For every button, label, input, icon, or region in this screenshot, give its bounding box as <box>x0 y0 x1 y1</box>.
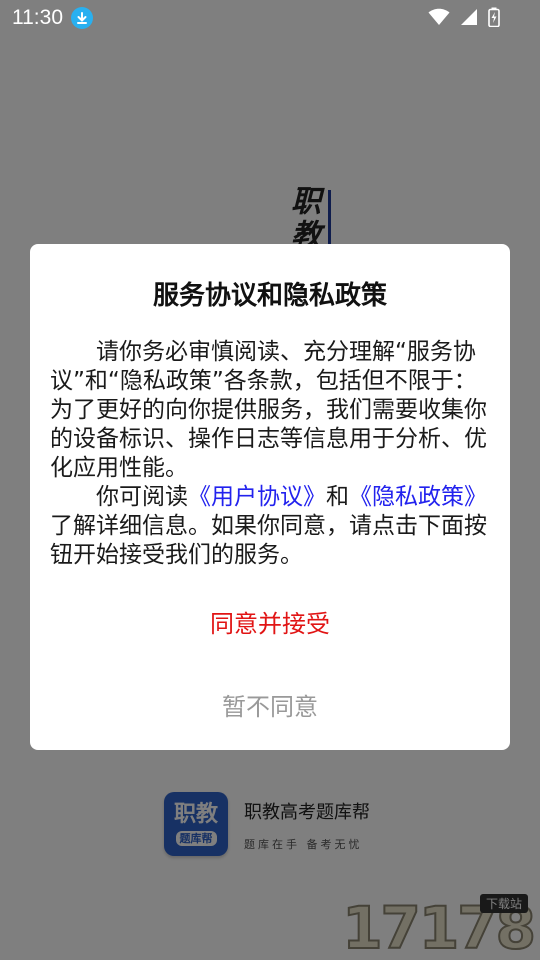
agree-button[interactable]: 同意并接受 <box>50 604 490 639</box>
paragraph-2-start: 你可阅读 <box>96 484 188 510</box>
dialog-paragraph-2: 你可阅读《用户协议》和《隐私政策》了解详细信息。如果你同意，请点击下面按钮开始接… <box>50 483 490 570</box>
dialog-paragraph-1: 请你务必审慎阅读、充分理解“服务协议”和“隐私政策”各条款，包括但不限于：为了更… <box>50 339 487 481</box>
privacy-policy-link[interactable]: 《隐私政策》 <box>349 484 487 510</box>
user-agreement-link[interactable]: 《用户协议》 <box>188 484 326 510</box>
status-bar: 11:30 <box>0 0 540 36</box>
status-time: 11:30 <box>12 6 63 29</box>
privacy-dialog: 服务协议和隐私政策 请你务必审慎阅读、充分理解“服务协议”和“隐私政策”各条款，… <box>30 244 510 750</box>
dialog-body: 请你务必审慎阅读、充分理解“服务协议”和“隐私政策”各条款，包括但不限于：为了更… <box>50 338 490 570</box>
signal-icon <box>460 8 478 30</box>
download-icon <box>71 7 93 29</box>
paragraph-2-end: 了解详细信息。如果你同意，请点击下面按钮开始接受我们的服务。 <box>50 513 487 568</box>
dialog-title: 服务协议和隐私政策 <box>152 281 387 311</box>
decline-button[interactable]: 暂不同意 <box>50 687 490 722</box>
paragraph-2-and: 和 <box>326 484 349 510</box>
battery-icon <box>488 7 500 31</box>
wifi-icon <box>428 8 450 30</box>
